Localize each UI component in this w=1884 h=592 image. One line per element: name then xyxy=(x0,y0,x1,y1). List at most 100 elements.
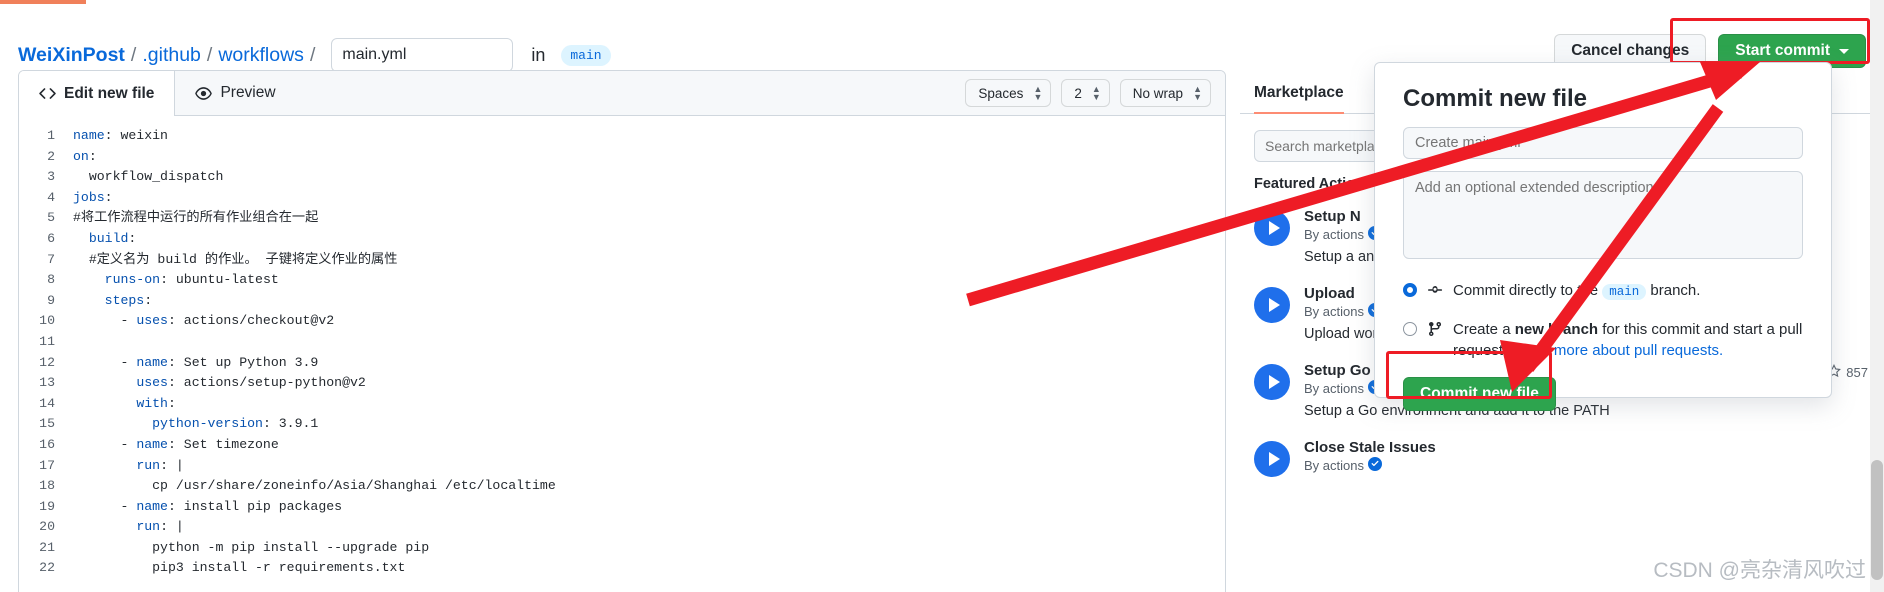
git-commit-icon xyxy=(1426,282,1444,302)
code-token: python-version xyxy=(152,416,263,432)
commit-option-direct-text: Commit directly to the main branch. xyxy=(1453,280,1700,303)
tab-marketplace[interactable]: Marketplace xyxy=(1240,84,1356,114)
code-line-number: 3 xyxy=(47,169,55,185)
breadcrumb: WeiXinPost / .github / workflows / in ma… xyxy=(18,38,611,72)
commit-new-file-button[interactable]: Commit new file xyxy=(1403,377,1556,411)
code-line-number: 9 xyxy=(47,292,55,308)
code-token: cp /usr/share/zoneinfo/Asia/Shanghai /et… xyxy=(73,478,556,494)
indent-mode-select[interactable]: Spaces ▲ ▼ xyxy=(965,79,1052,107)
code-token: - xyxy=(73,313,137,329)
code-token: with xyxy=(136,395,168,411)
code-token: : weixin xyxy=(104,128,168,143)
page-scrollbar-thumb[interactable] xyxy=(1871,460,1883,580)
code-line-number: 13 xyxy=(39,375,55,391)
code-line: 17 run: | xyxy=(19,456,1225,477)
code-token: : xyxy=(144,292,153,308)
code-line: 22 pip3 install -r requirements.txt xyxy=(19,558,1225,579)
indent-size-value: 2 xyxy=(1074,85,1082,101)
line-wrap-select[interactable]: No wrap ▲ ▼ xyxy=(1119,79,1211,107)
code-editor-area[interactable]: 1 name: weixin 2 on: 3 workflow_dispatch 4 job… xyxy=(19,116,1225,580)
code-line: 11 xyxy=(19,332,1225,353)
code-line-number: 18 xyxy=(39,478,55,494)
code-line: 19 - name: install pip packages xyxy=(19,497,1225,518)
code-line-text: - name: Set up Python 3.9 xyxy=(71,353,318,374)
commit-description-textarea[interactable] xyxy=(1403,171,1803,259)
updown-icon-indent-size: ▲ ▼ xyxy=(1091,84,1101,102)
action-author-label: By actions xyxy=(1304,227,1364,242)
indent-mode-value: Spaces xyxy=(978,85,1024,101)
commit-option-branch-bold: new branch xyxy=(1514,321,1599,338)
code-line-text: #定义名为 build 的作业。 子键将定义作业的属性 xyxy=(71,250,398,271)
code-token: : actions/checkout@v2 xyxy=(167,313,335,329)
editor-tab-bar: Edit new file Preview Spaces ▲▼ 2 ▲▼ N xyxy=(19,71,1225,116)
code-line: 3 workflow_dispatch xyxy=(19,167,1225,188)
code-line-number: 20 xyxy=(39,519,55,535)
code-token: on xyxy=(73,148,89,164)
code-token: run xyxy=(136,519,161,535)
page-root: WeiXinPost / .github / workflows / in ma… xyxy=(0,0,1884,592)
code-token: : install pip packages xyxy=(167,498,343,514)
code-line-number: 6 xyxy=(47,230,55,246)
git-branch-icon xyxy=(1426,321,1444,341)
code-token: : Set timezone xyxy=(167,436,279,452)
code-line: 5 #将工作流程中运行的所有作业组合在一起 xyxy=(19,208,1225,229)
code-token: : | xyxy=(160,519,184,535)
code-line: 1 name: weixin xyxy=(19,126,1225,147)
chevron-down-icon xyxy=(1839,48,1849,54)
breadcrumb-repo-link[interactable]: WeiXinPost xyxy=(18,44,125,67)
code-token: workflow_dispatch xyxy=(73,169,224,185)
commit-option-direct-row[interactable]: Commit directly to the main branch. xyxy=(1403,280,1803,303)
file-editor-panel: Edit new file Preview Spaces ▲▼ 2 ▲▼ N xyxy=(18,70,1226,592)
action-body: Close Stale Issues By actions xyxy=(1304,439,1436,477)
indent-size-select[interactable]: 2 ▲ ▼ xyxy=(1061,79,1110,107)
code-token: - xyxy=(73,354,137,370)
code-line-text: run: | xyxy=(71,517,184,538)
commit-dialog: Commit new file Commit directly to the m… xyxy=(1374,62,1832,411)
code-token: - xyxy=(73,498,137,514)
code-token: jobs xyxy=(73,189,105,205)
code-token: : actions/setup-python@v2 xyxy=(167,375,366,391)
filename-input[interactable] xyxy=(331,38,514,72)
marketplace-action-item[interactable]: Close Stale Issues By actions xyxy=(1240,431,1884,487)
code-line: 16 - name: Set timezone xyxy=(19,435,1225,456)
watermark-text: CSDN @亮杂清风吹过 xyxy=(1653,559,1866,582)
action-title: Close Stale Issues xyxy=(1304,439,1436,456)
code-line-text: uses: actions/setup-python@v2 xyxy=(71,373,366,394)
editor-tools: Spaces ▲ ▼ 2 ▲ ▼ No wrap ▲ ▼ xyxy=(965,71,1225,115)
radio-create-branch[interactable] xyxy=(1403,322,1417,336)
code-token: : xyxy=(128,230,137,246)
code-line: 14 with: xyxy=(19,394,1225,415)
tab-preview[interactable]: Preview xyxy=(175,71,295,115)
breadcrumb-separator-3: / xyxy=(309,43,316,66)
code-line-number: 12 xyxy=(39,354,55,370)
code-line-number: 15 xyxy=(39,416,55,432)
code-token: runs-on xyxy=(73,272,161,288)
code-line: 13 uses: actions/setup-python@v2 xyxy=(19,373,1225,394)
pull-request-learn-more-link[interactable]: Learn more about pull requests. xyxy=(1511,342,1723,359)
code-token: : Set up Python 3.9 xyxy=(167,354,319,370)
code-line-text: on: xyxy=(71,147,97,168)
breadcrumb-dir-workflows-link[interactable]: workflows xyxy=(218,44,304,67)
action-play-icon xyxy=(1254,441,1290,477)
code-line: 6 build: xyxy=(19,229,1225,250)
code-line-text: steps: xyxy=(71,291,153,312)
code-token: #定义名为 build 的作业。 子键将定义作业的属性 xyxy=(73,251,398,267)
action-star-count: 857 xyxy=(1827,363,1868,381)
in-label: in xyxy=(531,44,546,65)
updown-icon-indent-mode: ▲ ▼ xyxy=(1033,84,1043,102)
tab-edit-new-file[interactable]: Edit new file xyxy=(19,71,176,116)
code-line-text: - name: install pip packages xyxy=(71,497,342,518)
code-line-number: 16 xyxy=(39,436,55,452)
commit-option-branch-row[interactable]: Create a new branch for this commit and … xyxy=(1403,319,1803,361)
page-scrollbar-track[interactable] xyxy=(1870,0,1884,592)
code-token: : ubuntu-latest xyxy=(160,272,279,288)
code-line-text: - uses: actions/checkout@v2 xyxy=(71,311,334,332)
code-line-number: 1 xyxy=(47,128,55,143)
code-line-text: jobs: xyxy=(71,188,113,209)
action-author-label: By actions xyxy=(1304,381,1364,396)
radio-commit-directly[interactable] xyxy=(1403,283,1417,297)
code-token: run xyxy=(136,457,161,473)
code-token: #将工作流程中运行的所有作业组合在一起 xyxy=(73,210,319,226)
commit-summary-input[interactable] xyxy=(1403,127,1803,159)
breadcrumb-dir-github-link[interactable]: .github xyxy=(142,44,201,67)
